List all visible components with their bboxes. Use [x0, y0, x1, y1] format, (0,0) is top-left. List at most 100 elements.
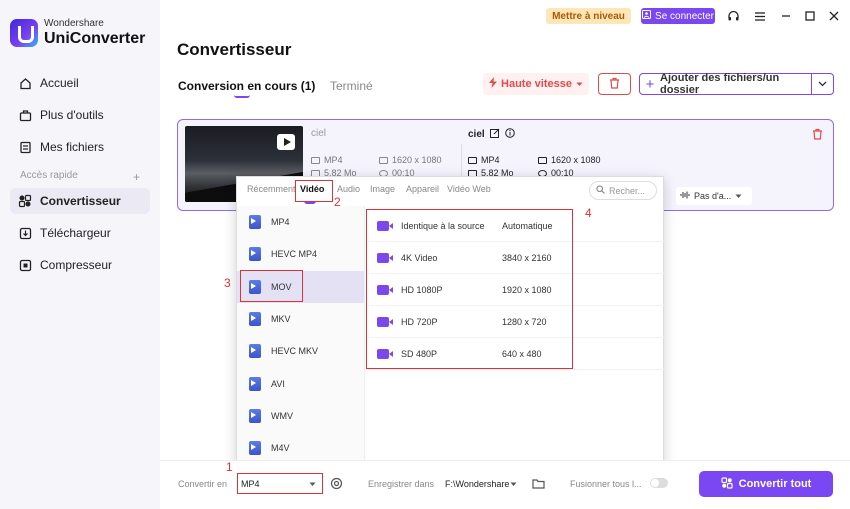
format-item-hevc-mkv[interactable]: HEVC MKV: [237, 335, 364, 367]
play-icon[interactable]: [277, 134, 295, 150]
add-files-label: Ajouter des fichiers/un dossier: [660, 72, 780, 96]
compressor-icon: [18, 258, 32, 272]
support-headset-icon[interactable]: [726, 9, 740, 23]
format-item-mp4[interactable]: MP4: [237, 206, 364, 238]
delete-file-icon[interactable]: [812, 128, 823, 143]
format-item-hevc-mp4[interactable]: HEVC MP4: [237, 238, 364, 270]
app-logo: Wondershare UniConverter: [10, 19, 145, 47]
folder-icon[interactable]: [532, 478, 545, 492]
format-label: MKV: [271, 314, 291, 325]
sidebar-item-downloader[interactable]: Téléchargeur: [10, 220, 150, 246]
annotation-number-2: 2: [334, 195, 341, 209]
delete-all-button[interactable]: [598, 73, 631, 95]
output-resolution-value: 1620 x 1080: [551, 155, 601, 165]
save-path-select[interactable]: F:\Wondershare: [441, 475, 523, 492]
tab-converting[interactable]: Conversion en cours (1): [178, 79, 315, 93]
source-file-name: ciel: [311, 128, 327, 139]
format-list: MP4 HEVC MP4 MOV MKV HEVC MKV AVI WMV M4…: [237, 206, 365, 470]
sidebar-item-label: Accueil: [40, 76, 79, 90]
format-item-wmv[interactable]: WMV: [237, 400, 364, 432]
toolbox-icon: [18, 108, 32, 122]
menu-icon[interactable]: [753, 9, 767, 23]
merge-label: Fusionner tous l...: [570, 479, 642, 489]
convert-all-label: Convertir tout: [738, 478, 812, 490]
output-resolution: 1620 x 1080: [538, 155, 601, 165]
info-icon[interactable]: [504, 128, 515, 141]
output-format: MP4: [468, 155, 500, 165]
source-resolution-value: 1620 x 1080: [392, 155, 442, 165]
login-button[interactable]: Se connecter: [641, 8, 715, 24]
video-file-icon: [249, 247, 261, 262]
source-format: MP4: [311, 155, 343, 165]
add-quick-access-icon[interactable]: +: [133, 170, 140, 184]
home-icon: [18, 76, 32, 90]
sidebar-item-compressor[interactable]: Compresseur: [10, 252, 150, 278]
annotation-number-3: 3: [224, 276, 231, 290]
chevron-down-icon: [576, 78, 583, 90]
page-title: Convertisseur: [177, 40, 292, 59]
settings-icon[interactable]: [330, 477, 343, 493]
format-search-input[interactable]: Recher...: [589, 181, 657, 200]
brand-big: UniConverter: [44, 30, 146, 47]
annotation-box-resolutions: [366, 209, 573, 369]
login-label: Se connecter: [655, 10, 714, 22]
edit-icon[interactable]: [489, 128, 500, 141]
format-label: M4V: [271, 443, 290, 454]
high-speed-label: Haute vitesse: [501, 78, 572, 90]
format-item-avi[interactable]: AVI: [237, 367, 364, 399]
format-label: AVI: [271, 378, 285, 389]
sidebar-item-label: Compresseur: [40, 258, 113, 272]
save-path-value: F:\Wondershare: [445, 478, 510, 489]
resolution-icon: [538, 156, 547, 164]
tab-web-video[interactable]: Vidéo Web: [447, 184, 491, 194]
close-icon[interactable]: [827, 9, 841, 23]
lightning-icon: [489, 77, 498, 91]
high-speed-button[interactable]: Haute vitesse: [483, 73, 589, 95]
format-item-mkv[interactable]: MKV: [237, 303, 364, 335]
video-file-icon: [249, 312, 261, 327]
sidebar: Wondershare UniConverter Accueil Plus d'…: [0, 0, 160, 509]
minimize-icon[interactable]: [779, 9, 793, 23]
convert-all-button[interactable]: Convertir tout: [699, 471, 833, 497]
video-file-icon: [249, 215, 261, 230]
sidebar-item-more-tools[interactable]: Plus d'outils: [10, 102, 150, 128]
upgrade-button[interactable]: Mettre à niveau: [546, 8, 631, 24]
output-file-name: ciel: [468, 128, 515, 141]
tab-image[interactable]: Image: [370, 184, 395, 194]
maximize-icon[interactable]: [803, 9, 817, 23]
audio-track-label: Pas d'a...: [694, 191, 732, 201]
add-files-dropdown[interactable]: [811, 74, 833, 94]
convert-in-label: Convertir en: [178, 479, 228, 489]
annotation-number-4: 4: [585, 206, 592, 220]
source-resolution: 1620 x 1080: [379, 155, 442, 165]
tab-recent[interactable]: Récemment: [247, 184, 296, 194]
annotation-box-video-tab: [295, 180, 333, 202]
tab-finished[interactable]: Terminé: [330, 79, 373, 93]
chevron-down-icon: [818, 81, 827, 87]
search-placeholder: Recher...: [609, 185, 646, 196]
trash-icon: [609, 77, 620, 92]
tab-device[interactable]: Appareil: [406, 184, 439, 194]
chevron-down-icon: [510, 479, 517, 489]
chevron-down-icon: [735, 191, 742, 201]
video-file-icon: [249, 376, 261, 391]
sidebar-item-converter[interactable]: Convertisseur: [10, 188, 150, 214]
converter-icon: [18, 194, 32, 208]
tab-audio[interactable]: Audio: [337, 184, 360, 194]
annotation-box-convert-in: [237, 473, 323, 494]
sidebar-item-label: Plus d'outils: [40, 108, 104, 122]
format-label: MP4: [271, 217, 290, 228]
sidebar-item-label: Mes fichiers: [40, 140, 105, 154]
plus-icon: +: [645, 75, 655, 93]
user-icon: [642, 10, 652, 22]
format-label: HEVC MP4: [271, 249, 318, 260]
tab-active-indicator: [234, 95, 250, 98]
merge-toggle[interactable]: [650, 478, 668, 488]
output-format-value: MP4: [481, 155, 500, 165]
sidebar-item-my-files[interactable]: Mes fichiers: [10, 134, 150, 160]
add-files-button[interactable]: + Ajouter des fichiers/un dossier: [639, 72, 834, 96]
sidebar-item-home[interactable]: Accueil: [10, 70, 150, 96]
video-file-icon: [249, 344, 261, 359]
convert-icon: [721, 476, 733, 492]
audio-track-select[interactable]: Pas d'a...: [676, 187, 752, 205]
